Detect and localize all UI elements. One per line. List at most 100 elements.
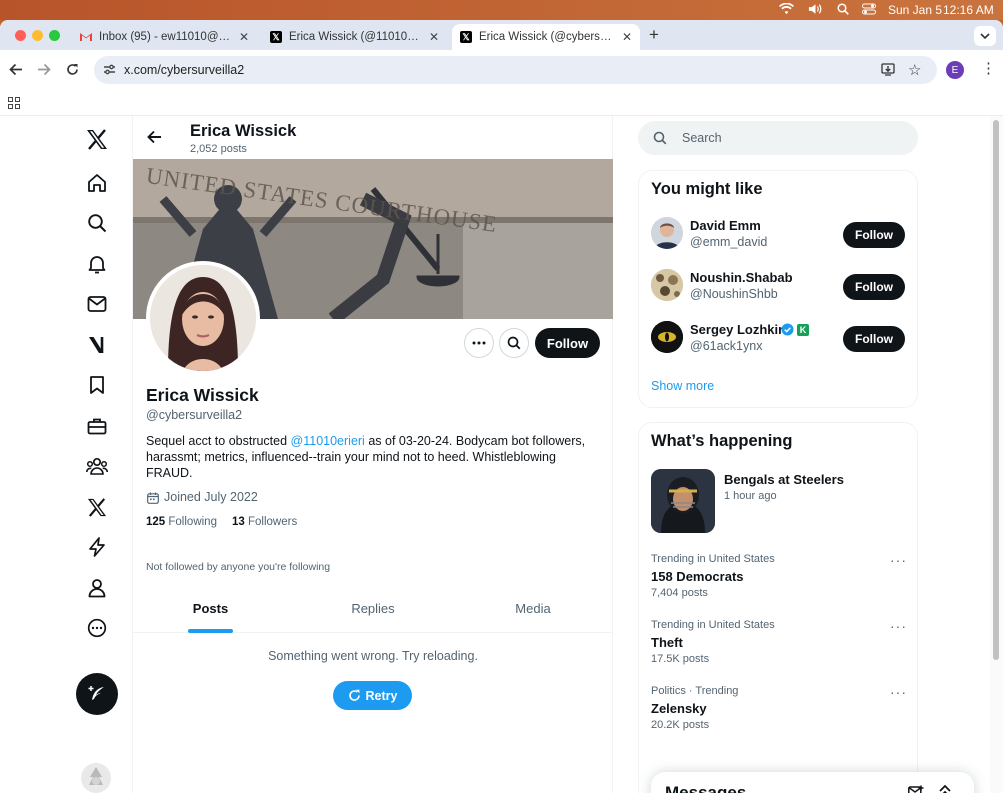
profile-avatar[interactable]: E [946,61,964,79]
bookmark-star-icon[interactable]: ☆ [908,61,921,79]
expand-drawer-icon[interactable] [938,784,952,793]
close-window-button[interactable] [15,30,26,41]
page-scrollbar-thumb[interactable] [993,120,999,660]
profile-photo[interactable] [146,261,260,375]
macos-menubar: Sun Jan 5 12:16 AM [0,0,1003,20]
suggestion-name[interactable]: David Emm [690,218,761,233]
jobs-briefcase-icon[interactable] [84,413,110,439]
trend-name[interactable]: 158 Democrats [651,569,744,584]
tab-media[interactable]: Media [503,584,563,633]
site-info-icon[interactable] [103,63,116,79]
new-tab-button[interactable]: + [649,25,659,45]
browser-menu-icon[interactable]: ⋮ [981,60,996,78]
tab-search-button[interactable] [974,26,996,46]
following-label: Following [168,516,217,528]
browser-tab-x-active[interactable]: 𝕏 Erica Wissick (@cybersurveill ✕ [452,24,640,50]
grok-icon[interactable] [84,332,110,358]
trend-more-icon[interactable]: ··· [890,618,907,634]
control-center-icon[interactable] [862,3,876,18]
affiliate-badge-icon: K [797,324,809,336]
forward-icon[interactable] [37,63,51,81]
suggestion-handle[interactable]: @61ack1ynx [690,339,762,353]
trend-name[interactable]: Theft [651,635,683,650]
tab-replies[interactable]: Replies [338,584,408,633]
more-options-icon[interactable] [84,615,110,641]
bookmarks-icon[interactable] [84,372,110,398]
browser-tab-x-old[interactable]: 𝕏 Erica Wissick (@11010erieri) / ✕ [262,24,447,50]
zoom-window-button[interactable] [49,30,60,41]
install-app-icon[interactable] [881,63,895,79]
show-more-link[interactable]: Show more [651,379,714,393]
followers-link[interactable]: 13 Followers [232,516,297,528]
home-icon[interactable] [84,170,110,196]
menubar-date[interactable]: Sun Jan 5 [888,3,942,17]
apps-grid-icon[interactable] [8,96,20,114]
volume-icon[interactable] [808,3,823,18]
messages-mail-icon[interactable] [84,291,110,317]
trend-meta: Trending in United States [651,619,775,631]
trend-name[interactable]: Zelensky [651,701,707,716]
featured-event-title[interactable]: Bengals at Steelers [724,472,844,487]
trend-more-icon[interactable]: ··· [890,684,907,700]
compose-post-button[interactable] [76,673,118,715]
communities-icon[interactable] [84,453,110,479]
following-link[interactable]: 125 Following [146,516,217,528]
account-avatar[interactable] [81,763,111,793]
whats-happening-title: What’s happening [651,432,793,450]
follow-suggestion-button[interactable]: Follow [843,222,905,248]
browser-window: Inbox (95) - ew11010@gmail.c ✕ 𝕏 Erica W… [0,20,1003,793]
menubar-time[interactable]: 12:16 AM [943,3,994,17]
search-profile-button[interactable] [499,328,529,358]
address-bar[interactable]: x.com/cybersurveilla2 ☆ [94,56,937,84]
back-icon[interactable] [9,63,23,81]
profile-bio: Sequel acct to obstructed @11010erieri a… [146,433,601,481]
profile-icon[interactable] [84,575,110,601]
minimize-window-button[interactable] [32,30,43,41]
x-icon: 𝕏 [460,31,472,43]
x-page: Erica Wissick 2,052 posts UNITED STATES … [0,116,1003,793]
suggestion-name[interactable]: Sergey Lozhkin [690,322,786,337]
trend-more-icon[interactable]: ··· [890,552,907,568]
follow-suggestion-button[interactable]: Follow [843,274,905,300]
avatar[interactable] [651,321,683,353]
page-scrollbar-track[interactable] [990,116,1003,793]
search-placeholder[interactable]: Search [682,131,722,145]
search-icon [507,336,521,350]
browser-toolbar: x.com/cybersurveilla2 ☆ E ⋮ [0,50,1003,90]
calendar-icon [147,491,159,509]
close-tab-icon[interactable]: ✕ [622,30,632,44]
avatar[interactable] [651,217,683,249]
close-tab-icon[interactable]: ✕ [429,30,439,44]
gmail-icon [80,31,92,43]
retry-button[interactable]: Retry [333,681,412,710]
search-icon [653,131,667,150]
browser-tab-gmail[interactable]: Inbox (95) - ew11010@gmail.c ✕ [72,24,257,50]
messages-drawer[interactable]: Messages [651,772,974,793]
notifications-bell-icon[interactable] [84,251,110,277]
close-tab-icon[interactable]: ✕ [239,30,249,44]
wifi-icon[interactable] [779,2,794,18]
spotlight-search-icon[interactable] [837,3,849,18]
new-message-icon[interactable] [908,785,924,793]
back-arrow-icon[interactable] [147,130,162,149]
following-count: 125 [146,516,166,528]
follow-suggestion-button[interactable]: Follow [843,326,905,352]
search-box[interactable]: Search [638,121,918,155]
x-logo-icon[interactable] [84,126,110,152]
featured-event-image[interactable] [651,469,715,533]
more-actions-button[interactable] [464,328,494,358]
profile-name: Erica Wissick [146,385,259,405]
reload-icon[interactable] [66,63,79,81]
bio-mention-link[interactable]: @11010erieri [291,434,365,448]
suggestion-handle[interactable]: @emm_david [690,235,767,249]
tab-posts[interactable]: Posts [188,584,233,633]
suggestion-name[interactable]: Noushin.Shabab [690,270,793,285]
avatar[interactable] [651,269,683,301]
messages-drawer-title: Messages [665,783,747,793]
explore-search-icon[interactable] [84,210,110,236]
suggestion-handle[interactable]: @NoushinShbb [690,287,778,301]
follow-button[interactable]: Follow [535,328,600,358]
premium-x-icon[interactable] [84,494,110,520]
url-text[interactable]: x.com/cybersurveilla2 [124,63,244,77]
verified-orgs-lightning-icon[interactable] [84,534,110,560]
